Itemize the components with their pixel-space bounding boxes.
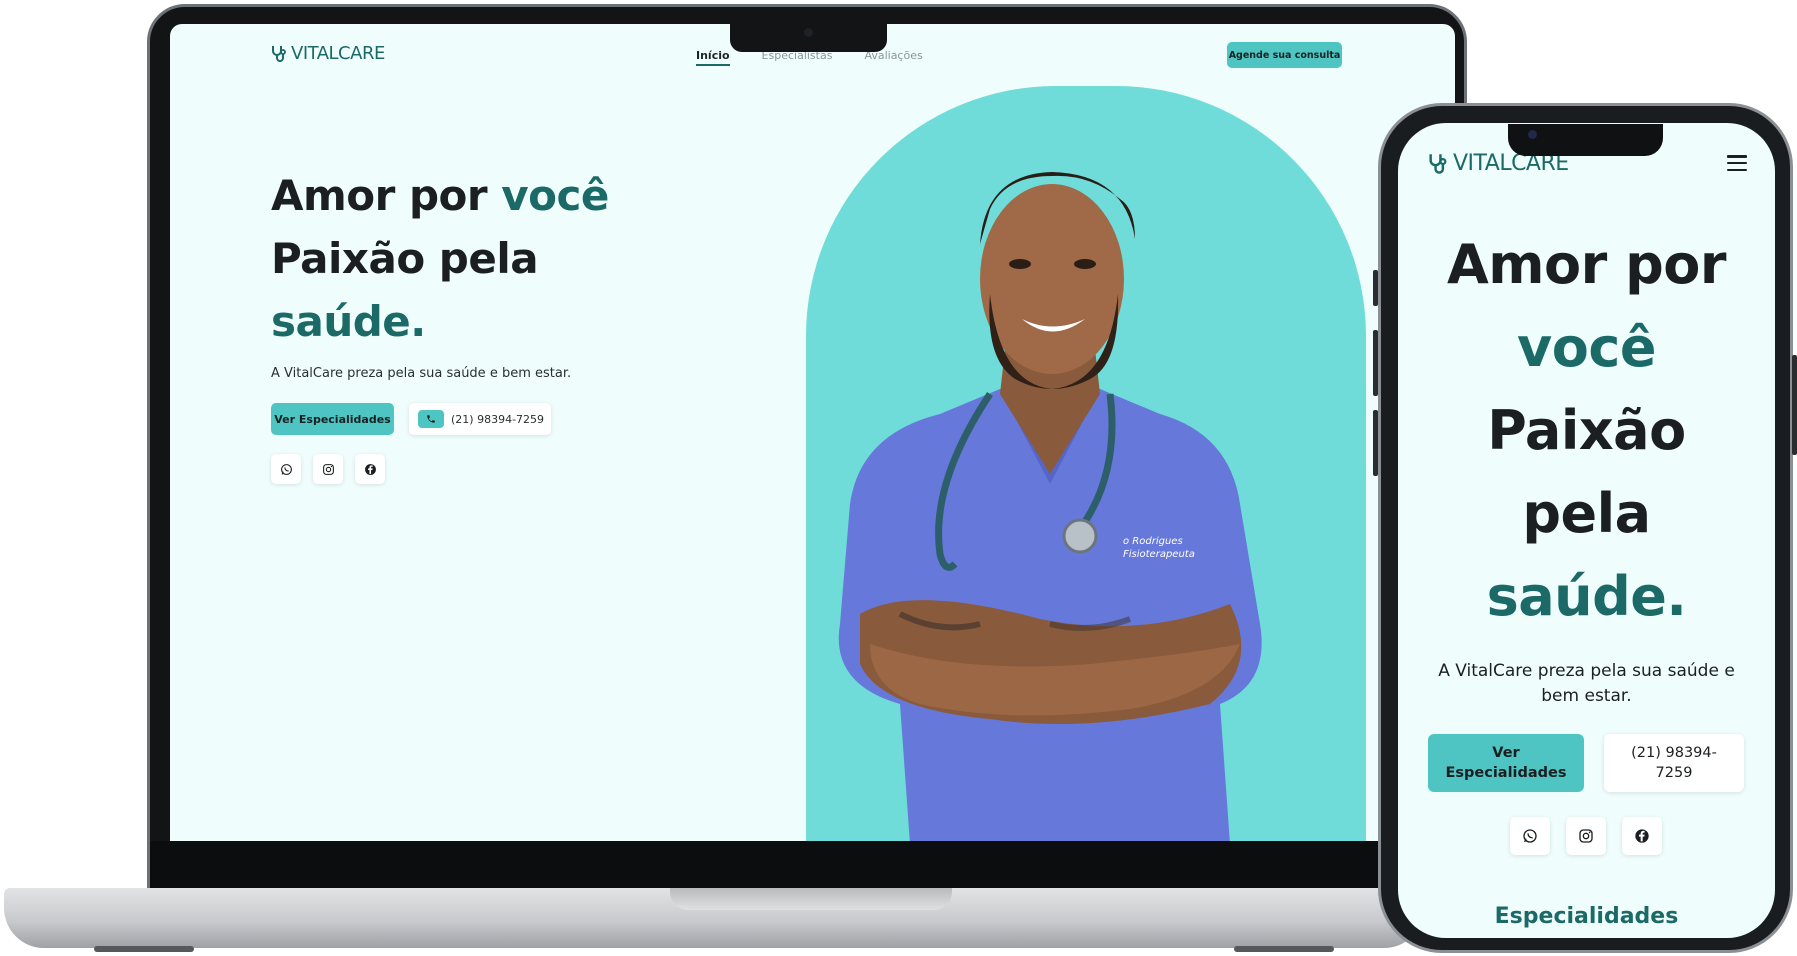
hero-title-accent-voce: você <box>501 171 609 220</box>
phone-side-button <box>1373 330 1378 396</box>
phone-contact-button[interactable]: (21) 98394-7259 <box>409 403 551 435</box>
stethoscope-icon <box>1429 153 1447 174</box>
phone-screen: VITALCARE Amor por você Paixão pela saúd… <box>1398 123 1775 938</box>
laptop-base <box>4 888 1424 952</box>
hero-title-accent-saude: saúde. <box>271 297 426 346</box>
laptop-bezel <box>150 841 1460 889</box>
laptop-screen: VITALCARE Início Especialistas Avaliaçõe… <box>170 24 1455 841</box>
whatsapp-icon[interactable] <box>271 454 301 484</box>
mobile-hero-subtitle: A VitalCare preza pela sua saúde e bem e… <box>1438 661 1735 706</box>
facebook-icon[interactable] <box>1622 817 1662 855</box>
mobile-view-specialties-button[interactable]: Ver Especialidades <box>1428 734 1584 792</box>
mobile-primary-line1: Ver <box>1492 745 1520 761</box>
mobile-hero-title: Amor por você Paixão pela saúde. <box>1398 223 1775 638</box>
instagram-icon[interactable] <box>313 454 343 484</box>
specialties-section-title: Especialidades <box>1494 904 1679 929</box>
mobile-phone-contact-button[interactable]: (21) 98394- 7259 <box>1604 734 1744 792</box>
laptop-hinge-groove <box>670 888 952 910</box>
hero-title-line1: Amor por <box>271 171 502 220</box>
laptop-foot <box>94 946 194 952</box>
camera-notch <box>730 22 887 52</box>
mobile-phone-line1: (21) 98394- <box>1631 745 1717 761</box>
social-links <box>271 454 385 484</box>
mobile-title-accent-voce: você <box>1517 316 1656 379</box>
brand-logo[interactable]: VITALCARE <box>271 43 385 64</box>
mobile-phone-line2: 7259 <box>1655 765 1693 781</box>
mobile-primary-line2: Especialidades <box>1445 765 1567 781</box>
mobile-social-links <box>1510 817 1662 855</box>
schedule-appointment-button[interactable]: Agende sua consulta <box>1227 42 1342 68</box>
phone-dynamic-island <box>1508 124 1663 156</box>
instagram-icon[interactable] <box>1566 817 1606 855</box>
badge-name: o Rodrigues <box>1123 536 1183 547</box>
whatsapp-icon[interactable] <box>1510 817 1550 855</box>
mobile-title-line3: Paixão <box>1487 399 1686 462</box>
doctor-photo: o Rodrigues Fisioterapeuta <box>838 172 1262 841</box>
hero-title-line2: Paixão pela <box>271 234 539 283</box>
view-specialties-button[interactable]: Ver Especialidades <box>271 403 394 435</box>
phone-side-button <box>1792 355 1797 455</box>
phone-icon <box>418 410 444 428</box>
mobile-title-line1: Amor por <box>1447 233 1726 296</box>
mobile-title-accent-saude: saúde. <box>1486 565 1687 628</box>
nav-link-inicio[interactable]: Início <box>696 49 730 66</box>
brand-name: VITALCARE <box>291 43 385 64</box>
stethoscope-icon <box>272 45 286 62</box>
hero-title: Amor por você Paixão pela saúde. <box>271 164 609 353</box>
phone-side-button <box>1373 410 1378 476</box>
laptop-foot <box>1234 946 1334 952</box>
hamburger-menu-icon[interactable] <box>1727 155 1747 171</box>
phone-side-button <box>1373 270 1378 306</box>
hero-subtitle: A VitalCare preza pela sua saúde e bem e… <box>271 366 572 381</box>
phone-number: (21) 98394-7259 <box>451 412 545 426</box>
facebook-icon[interactable] <box>355 454 385 484</box>
mobile-title-line4: pela <box>1522 482 1651 545</box>
badge-role: Fisioterapeuta <box>1123 549 1195 560</box>
